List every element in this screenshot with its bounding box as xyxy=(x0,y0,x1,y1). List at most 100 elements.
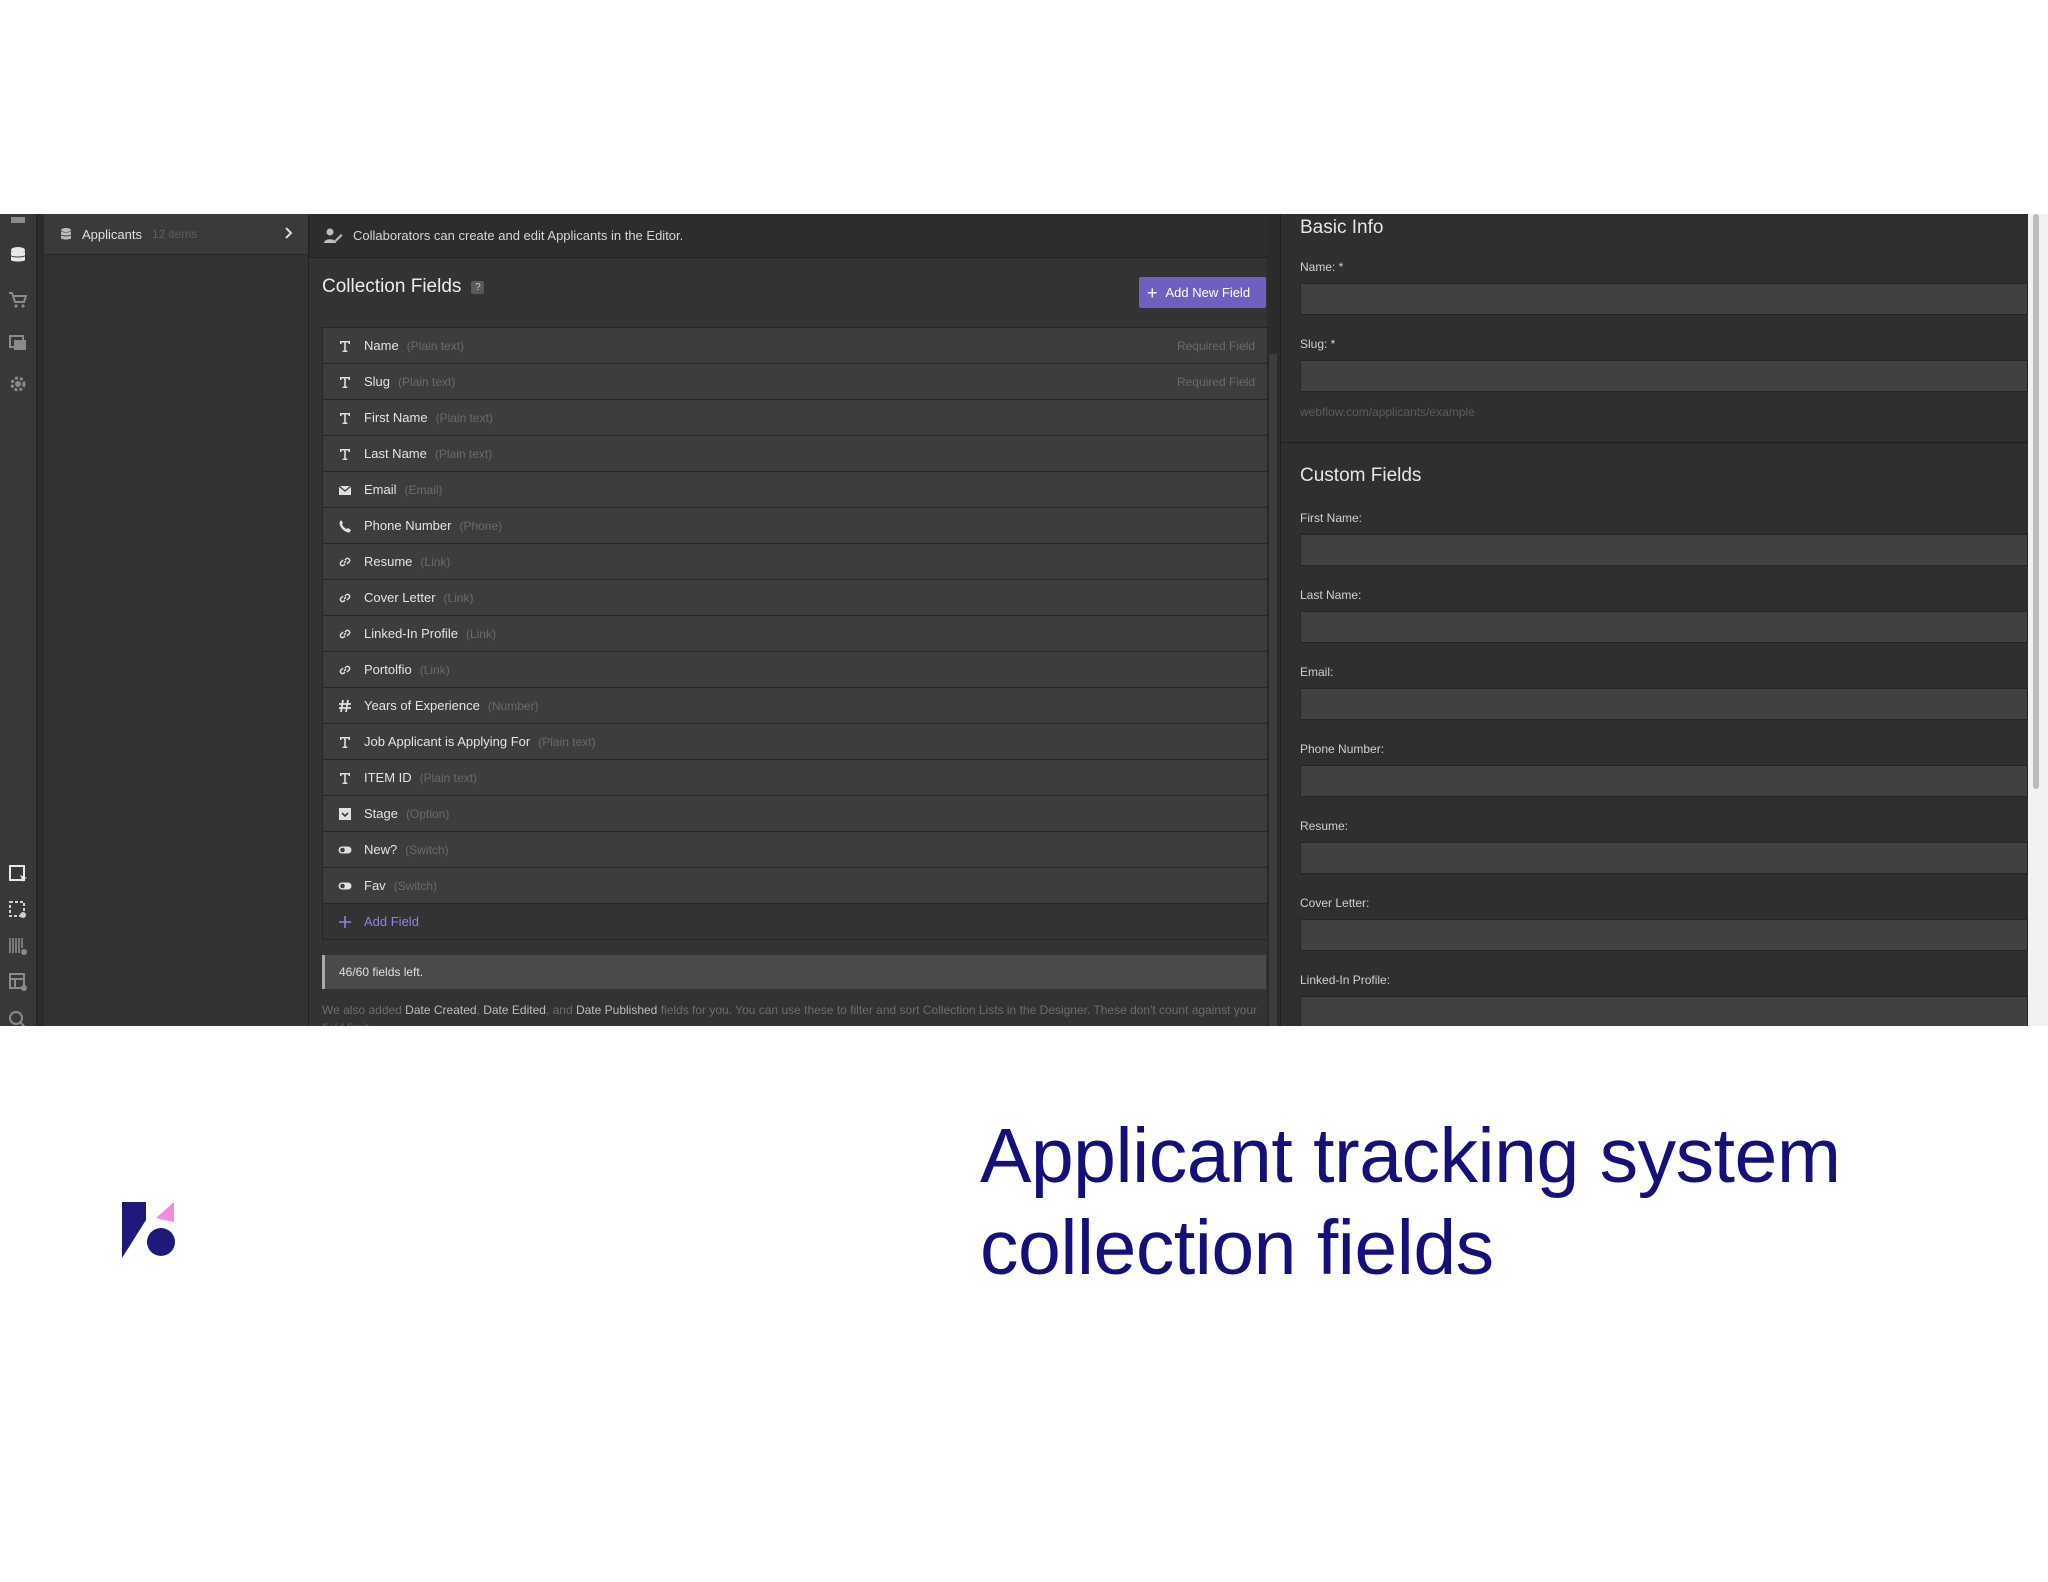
link-icon xyxy=(337,626,353,642)
fields-left-banner: 46/60 fields left. xyxy=(322,955,1266,989)
barcode-icon[interactable] xyxy=(6,934,30,958)
field-row[interactable]: Slug (Plain text) Required Field xyxy=(323,364,1267,400)
help-icon[interactable]: ? xyxy=(471,280,485,294)
field-type: (Plain text) xyxy=(435,410,493,425)
name-input[interactable] xyxy=(1300,283,2028,315)
field-name: ITEM ID xyxy=(364,770,412,785)
field-type: (Phone) xyxy=(459,518,503,533)
field-type: (Email) xyxy=(404,482,443,497)
preview-select-icon[interactable] xyxy=(6,898,30,922)
field-row[interactable]: Fav (Switch) xyxy=(323,868,1267,904)
gear-icon[interactable] xyxy=(6,372,30,396)
collection-count: 12 items xyxy=(151,227,198,241)
required-badge: Required Field xyxy=(1176,338,1255,353)
email-icon xyxy=(337,482,353,498)
icon-rail xyxy=(0,214,37,1026)
field-type: (Plain text) xyxy=(406,338,465,353)
custom-field-label: Linked-In Profile: xyxy=(1300,973,1391,987)
add-new-field-button[interactable]: + Add New Field xyxy=(1139,277,1266,308)
field-row[interactable]: Cover Letter (Link) xyxy=(323,580,1267,616)
footnote-pre: We also added xyxy=(322,1003,406,1017)
field-name: New? xyxy=(364,842,398,857)
field-type: (Switch) xyxy=(393,878,438,893)
slug-input[interactable] xyxy=(1300,360,2028,392)
field-type: (Option) xyxy=(405,806,450,821)
field-name: Years of Experience xyxy=(364,698,480,713)
footnote-date-published: Date Published xyxy=(575,1003,658,1017)
field-type: (Plain text) xyxy=(398,374,456,389)
custom-field-input[interactable] xyxy=(1300,765,2028,797)
field-row[interactable]: Resume (Link) xyxy=(323,544,1267,580)
option-icon xyxy=(337,806,353,822)
assets-icon[interactable] xyxy=(6,330,30,354)
custom-field-input[interactable] xyxy=(1300,842,2028,874)
field-row[interactable]: Name (Plain text) Required Field xyxy=(323,328,1267,364)
footnote: We also added Date Created, Date Edited,… xyxy=(322,1001,1262,1026)
footnote-date-edited: Date Edited xyxy=(483,1003,546,1017)
collection-fields-title: Collection Fields xyxy=(322,276,462,297)
add-field-row[interactable]: Add Field xyxy=(323,904,1267,940)
field-name: Stage xyxy=(364,806,398,821)
field-row[interactable]: Stage (Option) xyxy=(323,796,1267,832)
basic-info-title: Basic Info xyxy=(1300,217,1384,238)
field-row[interactable]: Linked-In Profile (Link) xyxy=(323,616,1267,652)
plus-icon xyxy=(337,914,353,930)
text-icon xyxy=(337,446,353,462)
chevron-right-icon xyxy=(285,227,293,239)
link-icon xyxy=(337,554,353,570)
switch-icon xyxy=(337,878,353,894)
field-type: (Switch) xyxy=(405,842,449,857)
field-row[interactable]: First Name (Plain text) xyxy=(323,400,1267,436)
custom-field-label: Phone Number: xyxy=(1300,742,1385,756)
add-field-label: Add Field xyxy=(364,914,419,929)
text-icon xyxy=(337,410,353,426)
field-row[interactable]: Last Name (Plain text) xyxy=(323,436,1267,472)
phone-icon xyxy=(337,518,353,534)
slug-label: Slug: * xyxy=(1300,337,1336,351)
caption-line-1: Applicant tracking system xyxy=(980,1113,1841,1199)
custom-field-input[interactable] xyxy=(1300,611,2028,643)
caption: Applicant tracking system collection fie… xyxy=(980,1110,2000,1294)
text-icon xyxy=(337,734,353,750)
name-label: Name: * xyxy=(1300,260,1344,274)
select-element-icon[interactable] xyxy=(6,862,30,886)
caption-line-2: collection fields xyxy=(980,1205,1494,1291)
custom-field-label: Email: xyxy=(1300,665,1334,679)
custom-field-input[interactable] xyxy=(1300,688,2028,720)
field-row[interactable]: Portolfio (Link) xyxy=(323,652,1267,688)
field-type: (Link) xyxy=(443,590,474,605)
add-new-field-label: Add New Field xyxy=(1165,285,1251,300)
custom-field-label: Cover Letter: xyxy=(1300,896,1370,910)
field-row[interactable]: Phone Number (Phone) xyxy=(323,508,1267,544)
link-icon xyxy=(337,590,353,606)
editor-notice: Collaborators can create and edit Applic… xyxy=(309,214,1267,258)
custom-field-input[interactable] xyxy=(1300,534,2028,566)
field-row[interactable]: ITEM ID (Plain text) xyxy=(323,760,1267,796)
field-type: (Link) xyxy=(465,626,496,641)
field-name: Name xyxy=(364,338,399,353)
custom-field-label: First Name: xyxy=(1300,511,1363,525)
brand-logo xyxy=(122,1202,175,1258)
item-form-panel: Basic Info Name: * Slug: * webflow.com/a… xyxy=(1280,214,2048,1026)
field-row[interactable]: Years of Experience (Number) xyxy=(323,688,1267,724)
cart-icon[interactable] xyxy=(6,288,30,312)
field-row[interactable]: New? (Switch) xyxy=(323,832,1267,868)
field-row[interactable]: Email (Email) xyxy=(323,472,1267,508)
layout-preview-icon[interactable] xyxy=(6,970,30,994)
slug-hint: webflow.com/applicants/example xyxy=(1300,405,1475,419)
text-icon xyxy=(337,374,353,390)
search-icon[interactable] xyxy=(6,1008,30,1026)
custom-field-input[interactable] xyxy=(1300,919,2028,951)
page-scrollbar[interactable] xyxy=(2033,214,2039,789)
collection-fields-heading: Collection Fields ? xyxy=(322,276,485,298)
notice-text: Collaborators can create and edit Applic… xyxy=(353,228,684,243)
collection-settings-panel: Collaborators can create and edit Applic… xyxy=(309,214,1277,1026)
field-name: Resume xyxy=(364,554,413,569)
center-scrollbar[interactable] xyxy=(1269,354,1277,1026)
database-icon[interactable] xyxy=(6,244,30,268)
field-row[interactable]: Job Applicant is Applying For (Plain text… xyxy=(323,724,1267,760)
section-divider xyxy=(1281,442,2048,443)
pages-icon[interactable] xyxy=(6,214,30,228)
collection-item-applicants[interactable]: Applicants 12 items xyxy=(44,214,308,255)
custom-field-input[interactable] xyxy=(1300,996,2028,1026)
